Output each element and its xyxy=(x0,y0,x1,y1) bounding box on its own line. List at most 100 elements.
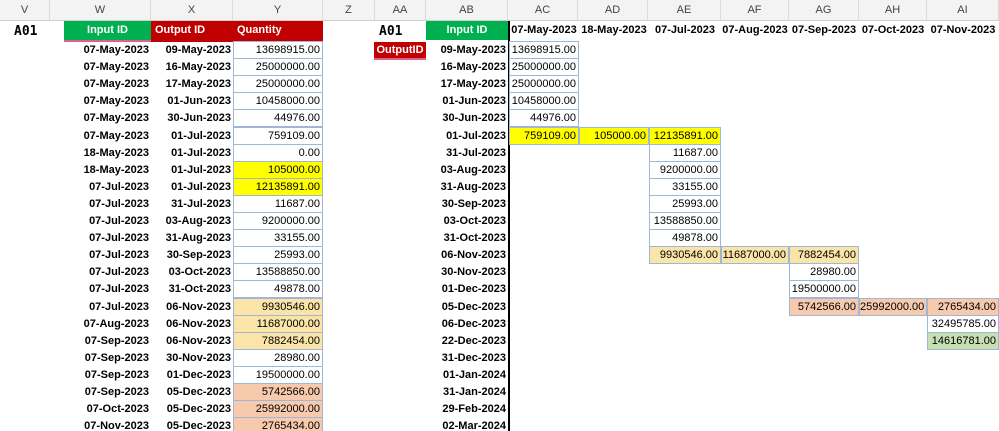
output-id-cell[interactable]: 31-Jul-2023 xyxy=(151,196,233,213)
output-id-cell[interactable]: 06-Nov-2023 xyxy=(151,333,233,350)
pivot-output-date-cell[interactable]: 01-Jul-2023 xyxy=(426,128,508,145)
input-id-cell[interactable]: 07-May-2023 xyxy=(64,110,151,127)
pivot-output-date-cell[interactable]: 31-Oct-2023 xyxy=(426,230,508,247)
output-id-cell[interactable]: 06-Nov-2023 xyxy=(151,299,233,316)
pivot-quantity-cell[interactable]: 10458000.00 xyxy=(509,92,579,111)
input-id-cell[interactable]: 07-Sep-2023 xyxy=(64,350,151,367)
pivot-quantity-cell[interactable]: 7882454.00 xyxy=(789,246,859,265)
header-quantity[interactable]: Quantity xyxy=(233,21,323,40)
quantity-cell[interactable]: 11687.00 xyxy=(233,194,323,213)
pivot-quantity-cell[interactable]: 2765434.00 xyxy=(927,297,999,316)
output-id-cell[interactable]: 05-Dec-2023 xyxy=(151,384,233,401)
pivot-input-date-header[interactable]: 07-Oct-2023 xyxy=(859,22,927,39)
pivot-output-date-cell[interactable]: 31-Jan-2024 xyxy=(426,384,508,401)
output-id-cell[interactable]: 05-Dec-2023 xyxy=(151,418,233,431)
output-id-cell[interactable]: 09-May-2023 xyxy=(151,42,233,59)
input-id-cell[interactable]: 07-May-2023 xyxy=(64,42,151,59)
quantity-cell[interactable]: 33155.00 xyxy=(233,229,323,248)
pivot-quantity-cell[interactable]: 11687.00 xyxy=(649,143,721,162)
pivot-quantity-cell[interactable]: 9930546.00 xyxy=(649,246,721,265)
output-id-cell[interactable]: 30-Jun-2023 xyxy=(151,110,233,127)
quantity-cell[interactable]: 9200000.00 xyxy=(233,212,323,230)
pivot-quantity-cell[interactable]: 32495785.00 xyxy=(927,314,999,333)
input-id-cell[interactable]: 07-May-2023 xyxy=(64,128,151,145)
quantity-cell[interactable]: 2765434.00 xyxy=(233,417,323,431)
input-id-cell[interactable]: 18-May-2023 xyxy=(64,162,151,179)
pivot-quantity-cell[interactable]: 25992000.00 xyxy=(859,297,927,316)
pivot-quantity-cell[interactable]: 25000000.00 xyxy=(509,58,579,77)
pivot-output-date-cell[interactable]: 31-Dec-2023 xyxy=(426,350,508,367)
input-id-cell[interactable]: 07-Sep-2023 xyxy=(64,367,151,384)
output-id-cell[interactable]: 03-Oct-2023 xyxy=(151,264,233,281)
column-header-y[interactable]: Y xyxy=(233,0,323,20)
column-header-ag[interactable]: AG xyxy=(789,0,859,20)
input-id-cell[interactable]: 07-Sep-2023 xyxy=(64,333,151,350)
input-id-cell[interactable]: 07-Jul-2023 xyxy=(64,281,151,298)
column-header-ac[interactable]: AC xyxy=(508,0,578,20)
header-output-id[interactable]: Output ID xyxy=(151,21,233,40)
pivot-output-date-cell[interactable]: 01-Jan-2024 xyxy=(426,367,508,384)
quantity-cell[interactable]: 25993.00 xyxy=(233,246,323,265)
pivot-quantity-cell[interactable]: 13588850.00 xyxy=(649,212,721,230)
output-id-cell[interactable]: 01-Jul-2023 xyxy=(151,128,233,145)
pivot-output-date-cell[interactable]: 03-Oct-2023 xyxy=(426,213,508,230)
output-id-cell[interactable]: 31-Aug-2023 xyxy=(151,230,233,247)
pivot-header-output-id[interactable]: OutputID xyxy=(374,42,426,58)
header-input-id[interactable]: Input ID xyxy=(64,21,151,40)
quantity-cell[interactable]: 11687000.00 xyxy=(233,314,323,333)
column-header-aa[interactable]: AA xyxy=(375,0,426,20)
pivot-output-date-cell[interactable]: 06-Dec-2023 xyxy=(426,316,508,333)
quantity-cell[interactable]: 12135891.00 xyxy=(233,177,323,196)
quantity-cell[interactable]: 10458000.00 xyxy=(233,92,323,111)
pivot-input-date-header[interactable]: 07-Jul-2023 xyxy=(649,22,721,39)
pivot-quantity-cell[interactable]: 25993.00 xyxy=(649,194,721,213)
input-id-cell[interactable]: 07-Jul-2023 xyxy=(64,196,151,213)
pivot-quantity-cell[interactable]: 19500000.00 xyxy=(789,280,859,299)
input-id-cell[interactable]: 07-Aug-2023 xyxy=(64,316,151,333)
spreadsheet[interactable]: V W X Y Z AA AB AC AD AE AF AG AH AI A01 A01 Input ID… xyxy=(0,0,999,431)
pivot-quantity-cell[interactable]: 12135891.00 xyxy=(649,126,721,145)
column-header-ab[interactable]: AB xyxy=(426,0,508,20)
column-header-ad[interactable]: AD xyxy=(578,0,648,20)
output-id-cell[interactable]: 01-Dec-2023 xyxy=(151,367,233,384)
column-header-ah[interactable]: AH xyxy=(859,0,927,20)
output-id-cell[interactable]: 01-Jul-2023 xyxy=(151,145,233,162)
quantity-cell[interactable]: 105000.00 xyxy=(233,160,323,179)
quantity-cell[interactable]: 5742566.00 xyxy=(233,383,323,401)
pivot-input-date-header[interactable]: 07-Aug-2023 xyxy=(721,22,789,39)
column-header-z[interactable]: Z xyxy=(323,0,375,20)
pivot-output-date-cell[interactable]: 16-May-2023 xyxy=(426,59,508,76)
input-id-cell[interactable]: 07-May-2023 xyxy=(64,93,151,110)
sheet-title-left[interactable]: A01 xyxy=(14,24,37,39)
quantity-cell[interactable]: 7882454.00 xyxy=(233,331,323,350)
pivot-quantity-cell[interactable]: 5742566.00 xyxy=(789,297,859,316)
output-id-cell[interactable]: 06-Nov-2023 xyxy=(151,316,233,333)
pivot-header-input-id[interactable]: Input ID xyxy=(426,21,508,40)
quantity-cell[interactable]: 49878.00 xyxy=(233,280,323,299)
input-id-cell[interactable]: 07-Jul-2023 xyxy=(64,299,151,316)
quantity-cell[interactable]: 44976.00 xyxy=(233,109,323,128)
quantity-cell[interactable]: 13588850.00 xyxy=(233,263,323,282)
column-header-x[interactable]: X xyxy=(151,0,233,20)
pivot-output-date-cell[interactable]: 17-May-2023 xyxy=(426,76,508,93)
input-id-cell[interactable]: 07-Jul-2023 xyxy=(64,179,151,196)
column-header-v[interactable]: V xyxy=(0,0,50,20)
pivot-output-date-cell[interactable]: 22-Dec-2023 xyxy=(426,333,508,350)
pivot-quantity-cell[interactable]: 49878.00 xyxy=(649,229,721,248)
pivot-output-date-cell[interactable]: 02-Mar-2024 xyxy=(426,418,508,431)
output-id-cell[interactable]: 03-Aug-2023 xyxy=(151,213,233,230)
pivot-output-date-cell[interactable]: 30-Jun-2023 xyxy=(426,110,508,127)
pivot-quantity-cell[interactable]: 11687000.00 xyxy=(721,246,789,265)
quantity-cell[interactable]: 28980.00 xyxy=(233,348,323,367)
output-id-cell[interactable]: 30-Sep-2023 xyxy=(151,247,233,264)
output-id-cell[interactable]: 01-Jul-2023 xyxy=(151,162,233,179)
output-id-cell[interactable]: 30-Nov-2023 xyxy=(151,350,233,367)
column-header-ai[interactable]: AI xyxy=(927,0,999,20)
sheet-title-right[interactable]: A01 xyxy=(379,24,402,39)
quantity-cell[interactable]: 13698915.00 xyxy=(233,41,323,59)
pivot-output-date-cell[interactable]: 01-Dec-2023 xyxy=(426,281,508,298)
quantity-cell[interactable]: 9930546.00 xyxy=(233,297,323,316)
pivot-quantity-cell[interactable]: 33155.00 xyxy=(649,177,721,196)
pivot-quantity-cell[interactable]: 759109.00 xyxy=(509,126,579,145)
quantity-cell[interactable]: 759109.00 xyxy=(233,126,323,145)
